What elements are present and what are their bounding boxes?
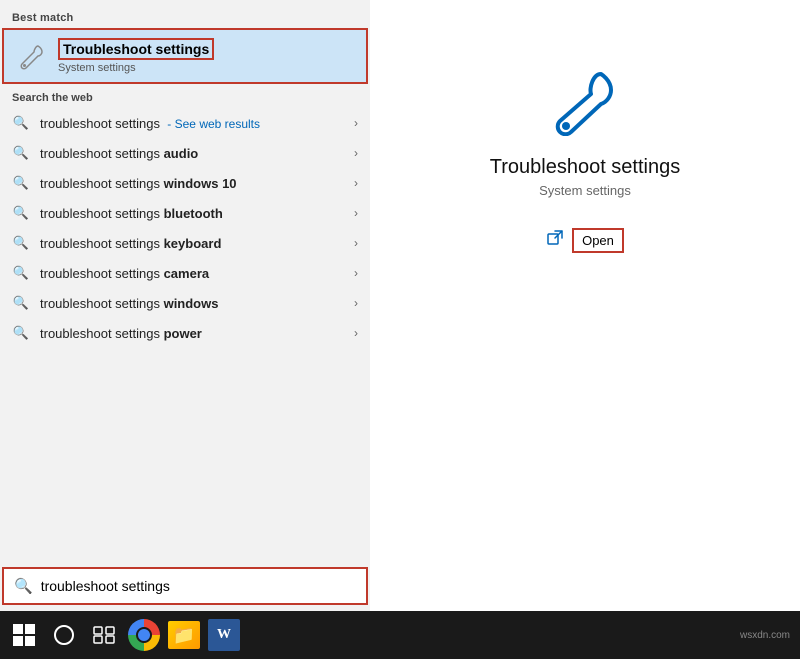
chevron-icon-2: › <box>354 146 358 160</box>
open-button[interactable]: Open <box>572 228 624 253</box>
app-icon-large <box>545 60 625 140</box>
right-panel: Troubleshoot settings System settings Op… <box>370 0 800 611</box>
see-web-results-text: - See web results <box>164 117 260 131</box>
wrench-icon <box>16 40 48 72</box>
search-item-text-1: troubleshoot settings - See web results <box>40 116 354 131</box>
search-icon-2: 🔍 <box>12 144 30 162</box>
search-item-windows[interactable]: 🔍 troubleshoot settings windows › <box>0 288 370 318</box>
chevron-icon-4: › <box>354 206 358 220</box>
chevron-icon-3: › <box>354 176 358 190</box>
search-item-power[interactable]: 🔍 troubleshoot settings power › <box>0 318 370 348</box>
taskbar: 📁 W wsxdn.com <box>0 611 800 659</box>
search-icon-6: 🔍 <box>12 264 30 282</box>
search-bar-input[interactable] <box>41 578 356 594</box>
search-item-text-8: troubleshoot settings power <box>40 326 354 341</box>
app-title-right: Troubleshoot settings <box>490 156 680 179</box>
taskbar-taskview-button[interactable] <box>86 617 122 653</box>
search-item-keyboard[interactable]: 🔍 troubleshoot settings keyboard › <box>0 228 370 258</box>
search-item-text-2: troubleshoot settings audio <box>40 146 354 161</box>
search-item-text-6: troubleshoot settings camera <box>40 266 354 281</box>
app-subtitle-right: System settings <box>539 183 631 198</box>
watermark: wsxdn.com <box>740 630 796 641</box>
search-item-text-4: troubleshoot settings bluetooth <box>40 206 354 221</box>
taskbar-search-button[interactable] <box>46 617 82 653</box>
chevron-icon-8: › <box>354 326 358 340</box>
search-item-web-results[interactable]: 🔍 troubleshoot settings - See web result… <box>0 108 370 138</box>
search-item-audio[interactable]: 🔍 troubleshoot settings audio › <box>0 138 370 168</box>
search-icon-5: 🔍 <box>12 234 30 252</box>
search-item-text-7: troubleshoot settings windows <box>40 296 354 311</box>
best-match-text: Troubleshoot settings System settings <box>58 38 214 74</box>
search-icon-3: 🔍 <box>12 174 30 192</box>
chevron-icon-5: › <box>354 236 358 250</box>
best-match-title: Troubleshoot settings <box>58 38 214 60</box>
search-icon-8: 🔍 <box>12 324 30 342</box>
search-item-camera[interactable]: 🔍 troubleshoot settings camera › <box>0 258 370 288</box>
search-icon-4: 🔍 <box>12 204 30 222</box>
left-panel: Best match Troubleshoot settings System … <box>0 0 370 611</box>
search-item-text-5: troubleshoot settings keyboard <box>40 236 354 251</box>
search-bar-container: 🔍 <box>2 567 368 605</box>
best-match-subtitle: System settings <box>58 62 214 74</box>
taskbar-word-icon[interactable]: W <box>208 619 240 651</box>
chevron-icon-7: › <box>354 296 358 310</box>
search-bar-icon: 🔍 <box>14 577 33 595</box>
taskbar-chrome-icon[interactable] <box>128 619 160 651</box>
best-match-item[interactable]: Troubleshoot settings System settings <box>2 28 368 84</box>
left-bottom: 🔍 <box>0 565 370 611</box>
best-match-label: Best match <box>0 8 370 28</box>
chevron-icon-6: › <box>354 266 358 280</box>
taskbar-explorer-icon[interactable]: 📁 <box>168 621 200 649</box>
chevron-icon-1: › <box>354 116 358 130</box>
start-button[interactable] <box>6 617 42 653</box>
search-item-bluetooth[interactable]: 🔍 troubleshoot settings bluetooth › <box>0 198 370 228</box>
search-web-label: Search the web <box>0 84 370 108</box>
search-icon-7: 🔍 <box>12 294 30 312</box>
search-item-windows10[interactable]: 🔍 troubleshoot settings windows 10 › <box>0 168 370 198</box>
open-button-row: Open <box>546 228 624 253</box>
search-item-text-3: troubleshoot settings windows 10 <box>40 176 354 191</box>
search-icon-1: 🔍 <box>12 114 30 132</box>
open-external-icon <box>546 229 564 252</box>
best-match-section: Best match Troubleshoot settings System … <box>0 0 370 84</box>
